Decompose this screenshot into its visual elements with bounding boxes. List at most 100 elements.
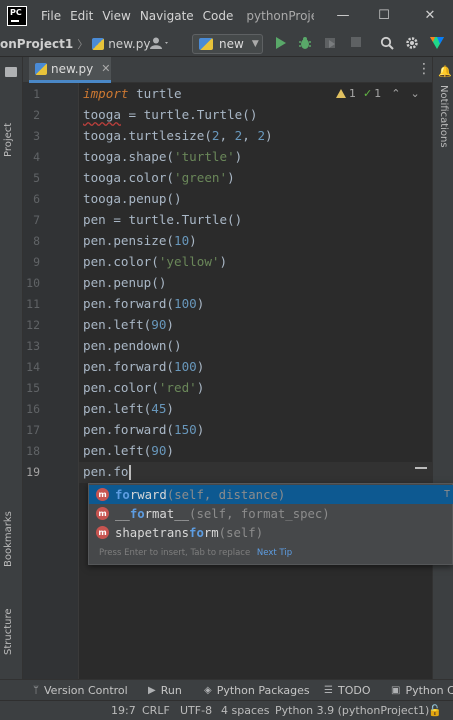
file-encoding[interactable]: UTF-8 [180,704,212,717]
code-line: pen.color('yellow') [83,254,228,269]
run-icon[interactable] [275,36,287,54]
code-editor[interactable]: 1 2 3 4 5 6 7 8 9 10 11 12 13 14 15 16 17 18 19 import tur… [23,83,432,679]
breadcrumb-project[interactable]: onProject1 [0,37,73,51]
python-packages-tool-button[interactable]: ◈ Python Packages [204,684,310,697]
main-menu: File Edit View Navigate Code [41,9,242,23]
line-number: 5 [33,171,40,185]
coverage-icon[interactable] [324,36,338,54]
line-number-gutter: 1 2 3 4 5 6 7 8 9 10 11 12 13 14 15 16 17 18 19 [23,83,79,679]
debug-icon[interactable] [298,36,312,54]
python-file-icon [92,37,105,50]
menu-edit[interactable]: Edit [70,9,93,23]
code-line: pen.color('red') [83,380,205,395]
minimize-button[interactable]: — [321,0,365,31]
status-bar: 19:7 CRLF UTF-8 4 spaces Python 3.9 (pyt… [0,700,453,720]
line-separator[interactable]: CRLF [142,704,170,717]
method-icon: m [96,488,109,501]
code-line: pen.forward(100) [83,359,205,374]
maximize-icon: ☐ [378,8,390,23]
left-tool-strip: Project Bookmarks Structure [0,57,23,679]
code-line: pen = turtle.Turtle() [83,212,243,227]
code-line: tooga.color('green') [83,170,235,185]
pycharm-logo-icon[interactable]: PC [7,5,27,26]
chevron-down-icon[interactable]: ⌄ [410,87,419,100]
python-config-icon [199,38,213,50]
menu-navigate[interactable]: Navigate [140,9,194,23]
code-line: import turtle [83,86,182,101]
run-tool-button[interactable]: ▶ Run [148,684,182,697]
search-icon[interactable] [380,36,394,54]
user-icon[interactable] [150,37,170,52]
indent-setting[interactable]: 4 spaces [221,704,270,717]
line-number: 15 [26,381,40,395]
close-button[interactable]: ✕ [408,0,452,31]
project-tool-button[interactable]: Project [3,123,14,157]
line-number: 8 [33,234,40,248]
gear-icon[interactable] [405,36,419,54]
line-number: 6 [33,192,40,206]
line-number: 10 [26,276,40,290]
line-number: 9 [33,255,40,269]
folder-icon [5,67,17,77]
version-control-tool-button[interactable]: ᛘ Version Control [33,684,128,697]
code-line: pen.forward(150) [83,422,205,437]
code-completion-popup: m fo rward (self, distance) T m __format__… [88,483,453,565]
navigation-bar: onProject1 〉 new.py new ▼ [0,31,453,57]
line-number: 19 [26,465,40,479]
run-icon: ▶ [148,685,156,696]
title-bar: PC File Edit View Navigate Code pythonPr… [0,0,453,31]
completion-item-shapetransform[interactable]: m shapetransform (self) [89,523,453,542]
line-number: 13 [26,339,40,353]
method-icon: m [96,526,109,539]
caret-position[interactable]: 19:7 [111,704,136,717]
todo-tool-button[interactable]: ☰ TODO [324,684,370,697]
current-code-line: pen.fo [83,464,131,480]
line-number: 3 [33,129,40,143]
bell-icon: 🔔 [438,65,452,78]
line-number: 11 [26,297,40,311]
python-console-tool-button[interactable]: ▣ Python C [391,684,453,697]
code-line: tooga.shape('turtle') [83,149,243,164]
line-number: 12 [26,318,40,332]
chevron-down-icon: ▼ [251,39,259,49]
run-configuration-selector[interactable]: new ▼ [192,34,263,54]
maximize-button[interactable]: ☐ [362,0,406,31]
code-line: pen.left(90) [83,317,175,332]
breadcrumb-separator: 〉 [77,37,89,51]
next-tip-link[interactable]: Next Tip [257,548,292,558]
code-line: pen.left(45) [83,401,175,416]
completion-item-format[interactable]: m __format__ (self, format_spec) [89,504,453,523]
more-options-icon[interactable]: ⋮ [417,61,431,77]
completion-hint: Press Enter to insert, Tab to replace Ne… [99,548,293,558]
chevron-up-icon[interactable]: ⌃ [391,87,400,100]
code-line: pen.pendown() [83,338,182,353]
check-icon: ✓ [363,87,373,100]
menu-code[interactable]: Code [203,9,234,23]
line-number: 2 [33,108,40,122]
lock-icon[interactable]: 🔓 [428,704,442,717]
stop-icon[interactable] [350,36,362,52]
bookmarks-tool-button[interactable]: Bookmarks [3,511,14,567]
window-title: pythonProjec [246,8,314,23]
tab-new-py[interactable]: new.py ✕ [29,57,111,83]
jetbrains-toolbox-icon[interactable] [429,36,445,54]
python-interpreter[interactable]: Python 3.9 (pythonProject1) [275,704,429,717]
code-line: pen.forward(100) [83,296,205,311]
code-line: pen.left(90) [83,443,175,458]
menu-file[interactable]: File [41,9,61,23]
code-line: pen.pensize(10) [83,233,197,248]
completion-item-forward[interactable]: m fo rward (self, distance) T [89,485,453,504]
close-tab-icon[interactable]: ✕ [101,62,110,75]
line-number: 16 [26,402,40,416]
menu-view[interactable]: View [102,9,130,23]
scrollbar-marker[interactable] [415,467,427,469]
code-line: tooga.penup() [83,191,182,206]
line-number: 4 [33,150,40,164]
structure-tool-button[interactable]: Structure [3,608,14,655]
inspection-widget[interactable]: 1 ✓ 1 ⌃ ⌄ [336,87,420,100]
breadcrumb-file[interactable]: new.py [92,37,150,51]
list-icon: ☰ [324,685,333,696]
right-tool-strip: 🔔 Notifications [432,57,453,679]
line-number: 14 [26,360,40,374]
notifications-tool-button[interactable]: Notifications [438,85,449,148]
